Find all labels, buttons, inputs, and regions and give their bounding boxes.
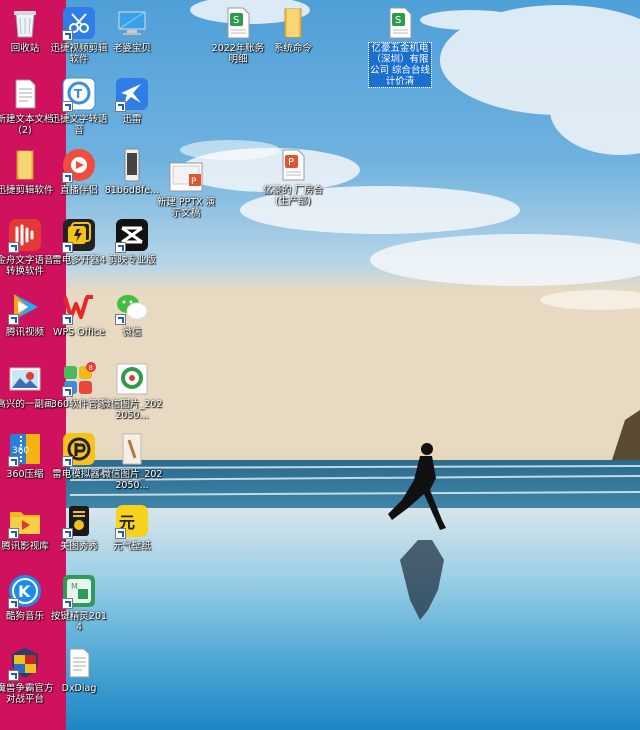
wps-doc-file-icon: P bbox=[276, 148, 310, 182]
shortcut-arrow-icon bbox=[115, 314, 126, 325]
yihao-plant-contract-file[interactable]: P 亿豪的 厂房合 (生产部) bbox=[262, 148, 324, 207]
tencent-video-icon bbox=[8, 290, 42, 325]
2022-accounts-file[interactable]: S 2022年账务明细 bbox=[207, 6, 269, 65]
text-file-icon bbox=[8, 77, 42, 111]
shortcut-arrow-icon bbox=[62, 30, 73, 41]
svg-text:S: S bbox=[233, 15, 239, 26]
wechat-shortcut[interactable]: 微信 bbox=[101, 290, 163, 338]
video-scissors-icon bbox=[62, 6, 96, 41]
meitu-icon bbox=[62, 504, 96, 539]
shortcut-arrow-icon bbox=[62, 598, 73, 609]
svg-text:8: 8 bbox=[89, 364, 93, 372]
folder-icon bbox=[8, 148, 42, 182]
icon-label: 新建 PPTX 演示文稿 bbox=[156, 197, 216, 219]
system-commands-folder[interactable]: 系统命令 bbox=[262, 6, 324, 54]
shortcut-arrow-icon bbox=[62, 386, 73, 397]
spreadsheet-file-icon: S bbox=[383, 6, 417, 40]
icon-label: 亿豪五金机电（深圳）有限公司 综合台线计价清 bbox=[368, 42, 432, 88]
icon-label: 亿豪的 厂房合 (生产部) bbox=[262, 185, 324, 207]
shortcut-arrow-icon bbox=[8, 456, 19, 467]
ld-multi-icon bbox=[62, 218, 96, 253]
yihao-price-list-file[interactable]: S 亿豪五金机电（深圳）有限公司 综合台线计价清 bbox=[368, 6, 432, 88]
svg-text:P: P bbox=[191, 177, 197, 187]
yuanqi-icon: 元 bbox=[115, 504, 149, 539]
icon-label: DxDiag bbox=[61, 683, 97, 694]
shortcut-arrow-icon bbox=[8, 242, 19, 253]
shortcut-arrow-icon bbox=[8, 528, 19, 539]
svg-text:M: M bbox=[71, 582, 78, 591]
icon-label: 元气壁纸 bbox=[112, 541, 151, 552]
svg-text:T: T bbox=[74, 87, 83, 101]
wechat-image-2-file[interactable]: 微信图片_2022050... bbox=[101, 432, 163, 491]
anjian-jingling-shortcut[interactable]: M 按键精灵2014 bbox=[48, 574, 110, 633]
icon-label: 剪映专业版 bbox=[108, 255, 156, 266]
svg-text:360: 360 bbox=[12, 446, 29, 456]
shortcut-arrow-icon bbox=[115, 242, 126, 253]
svg-text:P: P bbox=[288, 157, 294, 168]
phone-image-icon bbox=[115, 148, 149, 182]
capcut-pro-shortcut[interactable]: 剪映专业版 bbox=[101, 218, 163, 266]
kugou-icon: K bbox=[8, 574, 42, 609]
capcut-icon bbox=[115, 218, 149, 253]
360-manager-icon: 8 bbox=[62, 362, 96, 397]
text-to-speech-icon: T bbox=[62, 77, 96, 112]
81b6d8fe-file[interactable]: 81b6d8fe... bbox=[101, 148, 163, 196]
icon-label: 微信 bbox=[122, 327, 142, 338]
icon-label: 微信图片_2022050... bbox=[101, 469, 163, 491]
ldplayer-icon bbox=[62, 432, 96, 467]
xunlei-shortcut[interactable]: 迅雷 bbox=[101, 77, 163, 125]
video-folder-icon bbox=[8, 504, 42, 539]
icon-label: 迅雷 bbox=[122, 114, 142, 125]
shortcut-arrow-icon bbox=[8, 670, 19, 681]
shortcut-arrow-icon bbox=[115, 101, 126, 112]
new-pptx-file[interactable]: P 新建 PPTX 演示文稿 bbox=[155, 160, 217, 219]
shortcut-arrow-icon bbox=[8, 598, 19, 609]
jinzhou-app-icon bbox=[8, 218, 42, 253]
image-file-icon bbox=[115, 362, 149, 396]
image-file-icon bbox=[115, 432, 149, 466]
warcraft-shield-icon bbox=[8, 646, 42, 681]
shortcut-arrow-icon bbox=[115, 528, 126, 539]
shortcut-arrow-icon bbox=[62, 314, 73, 325]
recycle-bin-icon bbox=[8, 6, 42, 40]
pptx-file-icon: P bbox=[169, 160, 203, 194]
shortcut-arrow-icon bbox=[8, 314, 19, 325]
svg-text:K: K bbox=[18, 582, 31, 601]
yuanqi-wallpaper-shortcut[interactable]: 元 元气壁纸 bbox=[101, 504, 163, 552]
shortcut-arrow-icon bbox=[62, 456, 73, 467]
shortcut-arrow-icon bbox=[62, 242, 73, 253]
wps-icon bbox=[62, 290, 96, 325]
xunlei-bird-icon bbox=[115, 77, 149, 112]
spreadsheet-file-icon: S bbox=[221, 6, 255, 40]
icon-label: 系统命令 bbox=[273, 43, 312, 54]
shortcut-arrow-icon bbox=[62, 528, 73, 539]
icon-label: 81b6d8fe... bbox=[104, 185, 160, 196]
shortcut-arrow-icon bbox=[62, 172, 73, 183]
shortcut-arrow-icon bbox=[62, 101, 73, 112]
360-zip-icon: 360 bbox=[8, 432, 42, 467]
computer-icon bbox=[115, 6, 149, 40]
anjian-icon: M bbox=[62, 574, 96, 609]
wechat-icon bbox=[115, 290, 149, 325]
laopo-baobei-shortcut[interactable]: 老婆宝贝 bbox=[101, 6, 163, 54]
image-file-icon bbox=[8, 362, 42, 396]
dxdiag-file[interactable]: DxDiag bbox=[48, 646, 110, 694]
icon-label: 按键精灵2014 bbox=[50, 611, 108, 633]
icon-label: 老婆宝贝 bbox=[112, 43, 151, 54]
icon-label: 2022年账务明细 bbox=[211, 43, 265, 65]
text-file-icon bbox=[62, 646, 96, 680]
svg-text:S: S bbox=[395, 15, 401, 26]
live-stream-icon bbox=[62, 148, 96, 183]
icon-label: 微信图片_2022050... bbox=[101, 399, 163, 421]
folder-icon bbox=[276, 6, 310, 40]
wechat-image-1-file[interactable]: 微信图片_2022050... bbox=[101, 362, 163, 421]
